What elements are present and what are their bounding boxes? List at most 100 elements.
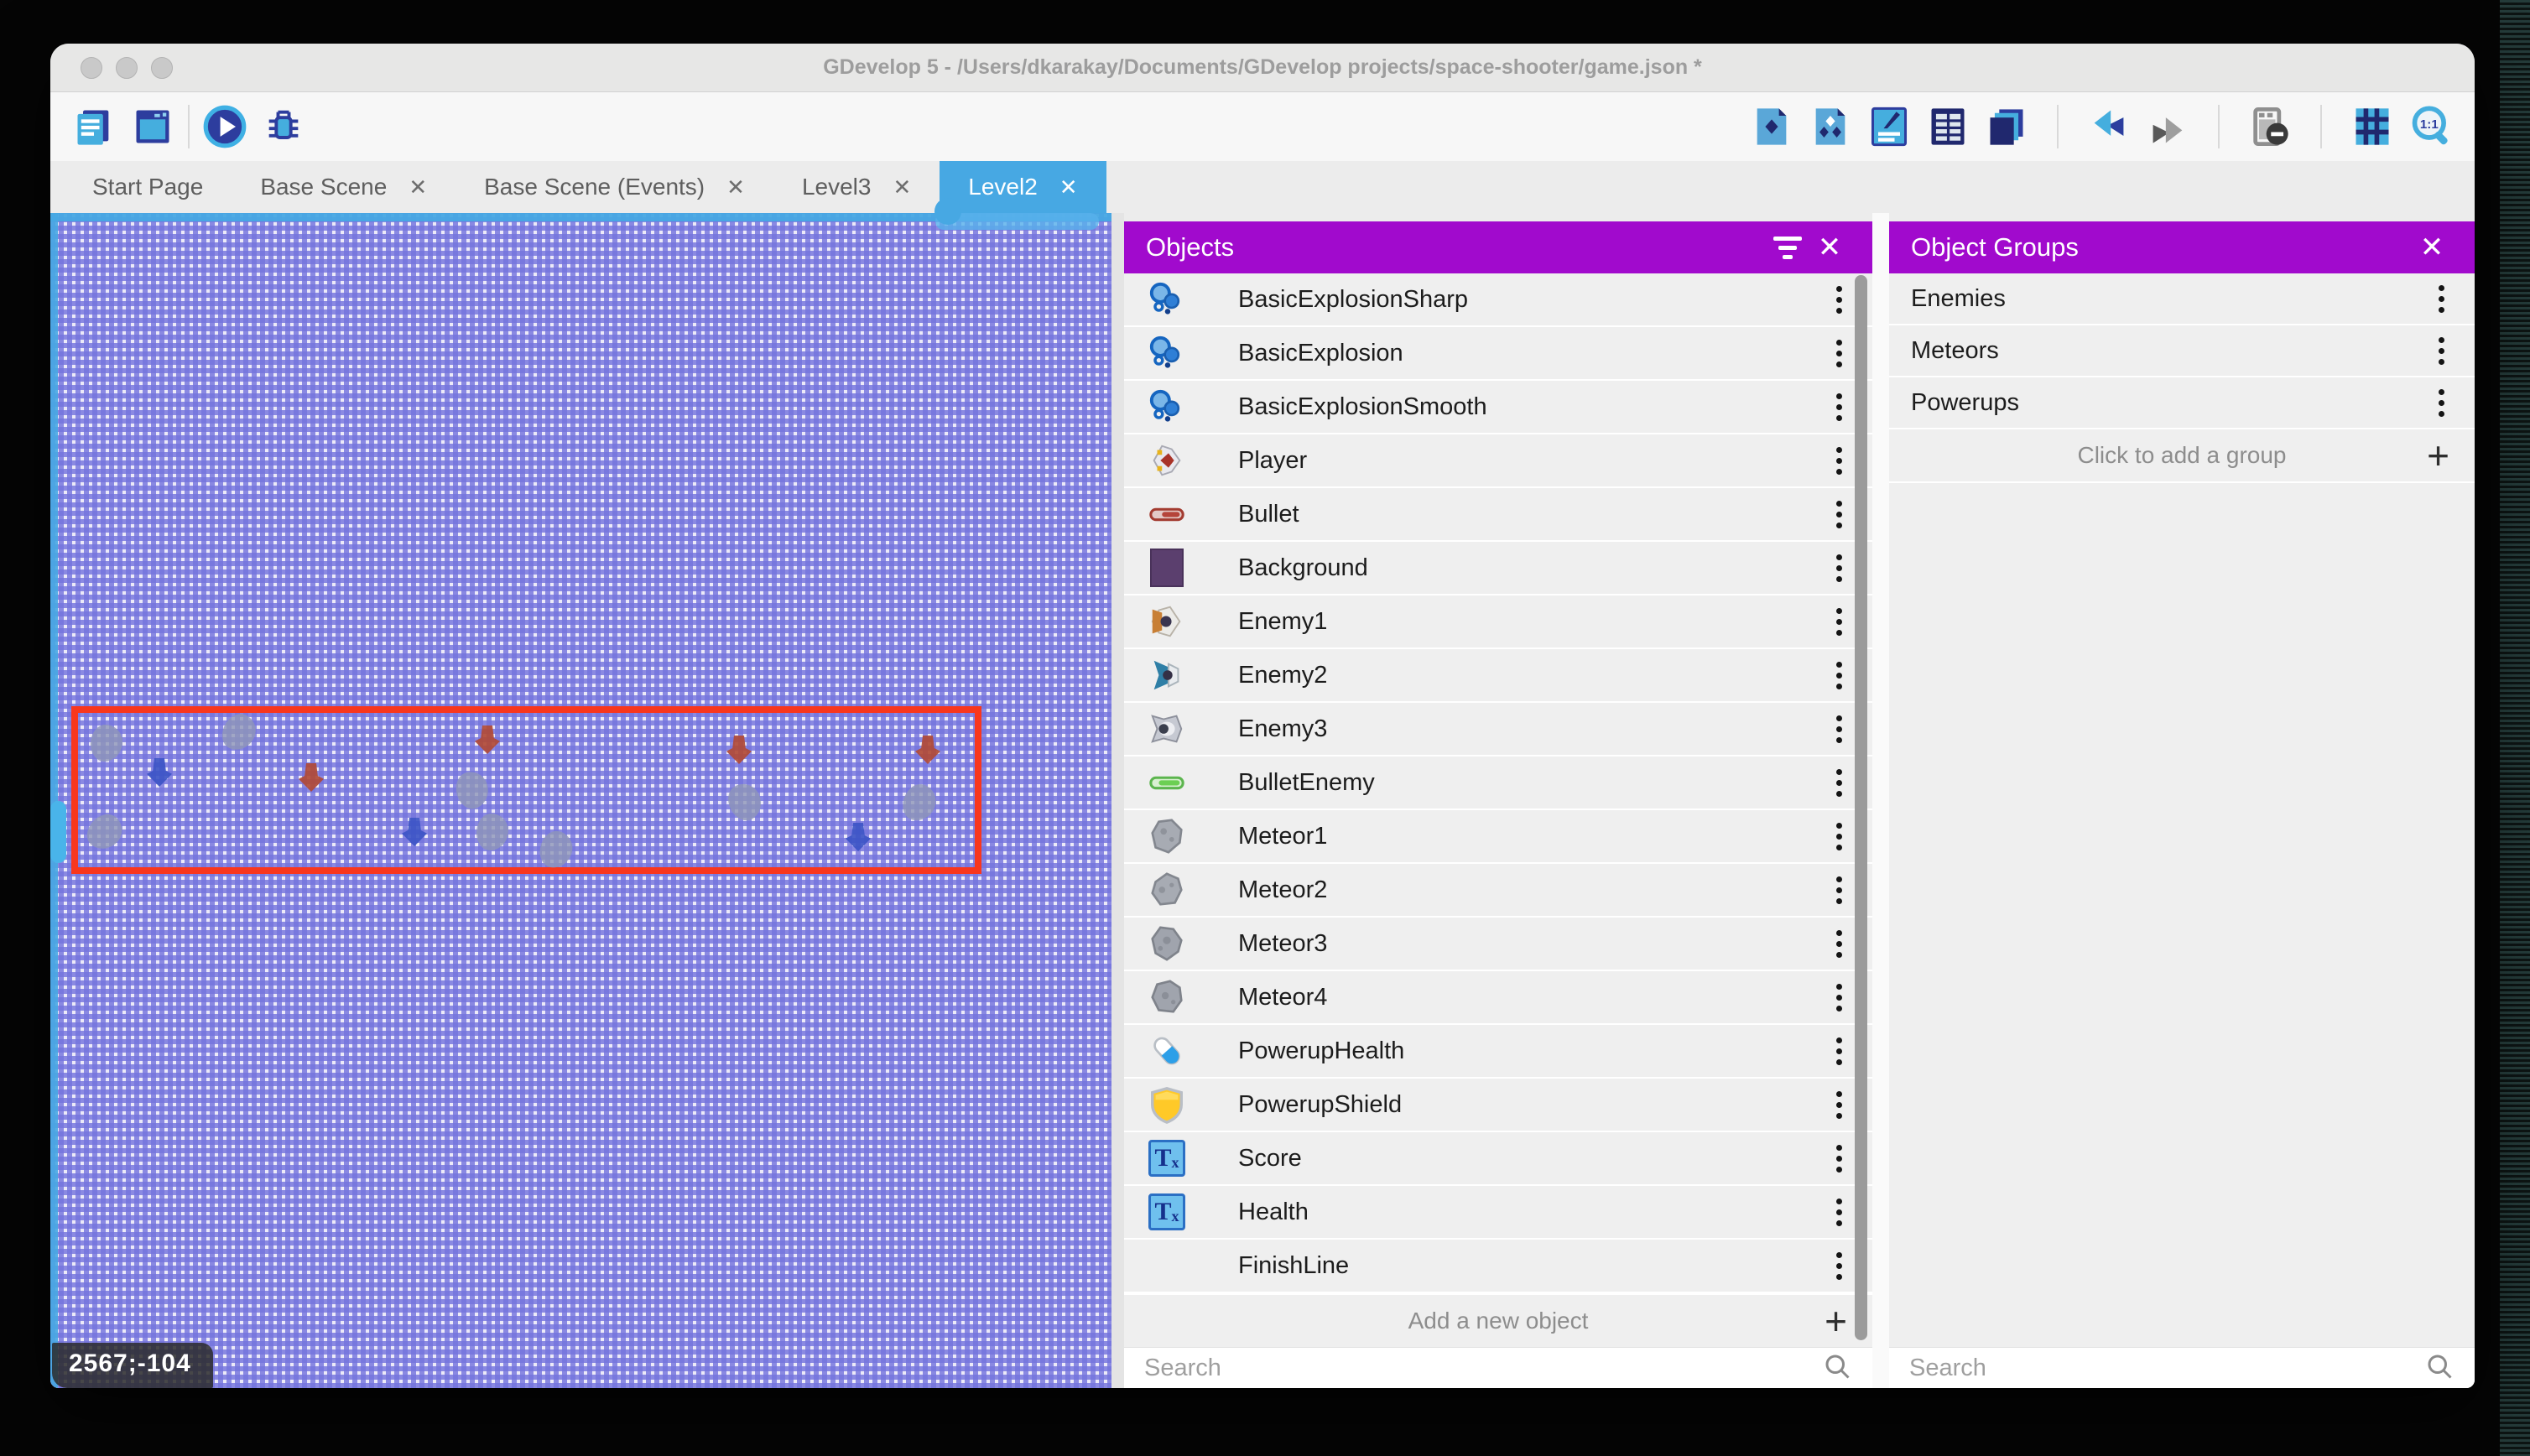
- minimize-window-button[interactable]: [116, 57, 138, 79]
- object-groups-editor-icon[interactable]: [1809, 105, 1852, 148]
- object-name: BulletEnemy: [1238, 769, 1375, 797]
- object-row[interactable]: Meteor1: [1124, 810, 1872, 864]
- tab-level3[interactable]: Level3 ✕: [773, 161, 940, 213]
- groups-search: [1889, 1347, 2475, 1388]
- render-mask-icon[interactable]: [2248, 105, 2292, 148]
- object-menu-icon[interactable]: [1828, 818, 1851, 855]
- bullet-icon: [1146, 493, 1188, 535]
- object-row[interactable]: Tx Score: [1124, 1132, 1872, 1186]
- tab-start-page[interactable]: Start Page: [64, 161, 232, 213]
- close-tab-icon[interactable]: ✕: [893, 176, 911, 198]
- close-groups-panel-icon[interactable]: ✕: [2411, 226, 2453, 268]
- object-name: Player: [1238, 447, 1307, 475]
- object-row[interactable]: Enemy3: [1124, 703, 1872, 757]
- object-menu-icon[interactable]: [1828, 1193, 1851, 1231]
- object-row[interactable]: PowerupShield: [1124, 1079, 1872, 1132]
- scene-canvas[interactable]: 2567;-104: [50, 213, 1111, 1388]
- object-name: PowerupShield: [1238, 1091, 1402, 1119]
- group-menu-icon[interactable]: [2430, 280, 2453, 318]
- tab-base-scene[interactable]: Base Scene ✕: [232, 161, 456, 213]
- object-menu-icon[interactable]: [1828, 710, 1851, 748]
- object-menu-icon[interactable]: [1828, 871, 1851, 909]
- play-preview-icon[interactable]: [203, 105, 247, 148]
- properties-icon[interactable]: [1867, 105, 1911, 148]
- canvas-panel-divider[interactable]: [1111, 213, 1124, 1388]
- object-menu-icon[interactable]: [1828, 1247, 1851, 1285]
- meteor-icon: [1146, 869, 1188, 911]
- toolbar-left-group: [72, 105, 174, 148]
- redo-icon[interactable]: [2146, 105, 2189, 148]
- group-menu-icon[interactable]: [2430, 384, 2453, 422]
- close-tab-icon[interactable]: ✕: [726, 176, 745, 198]
- objects-search-input[interactable]: [1144, 1355, 1822, 1382]
- group-menu-icon[interactable]: [2430, 332, 2453, 370]
- object-row[interactable]: Meteor4: [1124, 971, 1872, 1025]
- objects-editor-icon[interactable]: [1750, 105, 1793, 148]
- add-group-button[interactable]: Click to add a group +: [1889, 429, 2475, 483]
- background-icon: [1146, 547, 1188, 589]
- close-window-button[interactable]: [81, 57, 102, 79]
- object-menu-icon[interactable]: [1828, 1032, 1851, 1070]
- panels-divider: [1872, 213, 1889, 1388]
- close-objects-panel-icon[interactable]: ✕: [1809, 226, 1851, 268]
- object-menu-icon[interactable]: [1828, 1140, 1851, 1178]
- object-menu-icon[interactable]: [1828, 979, 1851, 1017]
- project-manager-icon[interactable]: [72, 105, 116, 148]
- objects-scrollbar-thumb[interactable]: [1855, 275, 1867, 1340]
- tab-level2-active[interactable]: Level2 ✕: [940, 161, 1106, 213]
- object-row[interactable]: Player: [1124, 434, 1872, 488]
- group-row[interactable]: Powerups: [1889, 377, 2475, 429]
- group-row[interactable]: Enemies: [1889, 273, 2475, 325]
- filter-icon[interactable]: [1767, 226, 1809, 268]
- groups-panel-header: Object Groups ✕: [1889, 221, 2475, 273]
- object-row[interactable]: PowerupHealth: [1124, 1025, 1872, 1079]
- zoom-window-button[interactable]: [151, 57, 173, 79]
- object-menu-icon[interactable]: [1828, 925, 1851, 963]
- object-name: BasicExplosion: [1238, 340, 1403, 367]
- add-object-button[interactable]: Add a new object +: [1124, 1293, 1872, 1347]
- object-menu-icon[interactable]: [1828, 657, 1851, 694]
- object-row[interactable]: BasicExplosionSharp: [1124, 273, 1872, 327]
- tab-base-scene-events[interactable]: Base Scene (Events) ✕: [456, 161, 773, 213]
- groups-search-input[interactable]: [1909, 1355, 2424, 1382]
- instances-list-icon[interactable]: [1926, 105, 1970, 148]
- object-menu-icon[interactable]: [1828, 764, 1851, 802]
- close-tab-icon[interactable]: ✕: [409, 176, 427, 198]
- object-menu-icon[interactable]: [1828, 335, 1851, 372]
- object-row[interactable]: Tx Health: [1124, 1186, 1872, 1240]
- group-row[interactable]: Meteors: [1889, 325, 2475, 377]
- object-menu-icon[interactable]: [1828, 549, 1851, 587]
- object-menu-icon[interactable]: [1828, 496, 1851, 533]
- grid-icon[interactable]: [2350, 105, 2394, 148]
- text-object-icon: Tx: [1146, 1191, 1188, 1233]
- object-menu-icon[interactable]: [1828, 281, 1851, 319]
- object-menu-icon[interactable]: [1828, 1086, 1851, 1124]
- add-group-label: Click to add a group: [2077, 442, 2286, 469]
- object-row[interactable]: Meteor3: [1124, 918, 1872, 971]
- object-row[interactable]: FinishLine: [1124, 1240, 1872, 1293]
- canvas-vscroll-thumb[interactable]: [50, 801, 66, 863]
- toolbar-separator: [2218, 105, 2220, 148]
- zoom-one-to-one-icon[interactable]: 1:1: [2409, 105, 2453, 148]
- object-row[interactable]: BasicExplosion: [1124, 327, 1872, 381]
- object-row[interactable]: BulletEnemy: [1124, 757, 1872, 810]
- layers-icon[interactable]: [1985, 105, 2028, 148]
- scene-window-icon[interactable]: [131, 105, 174, 148]
- object-row[interactable]: BasicExplosionSmooth: [1124, 381, 1872, 434]
- object-name: Health: [1238, 1199, 1309, 1226]
- objects-panel: Objects ✕ BasicExplosionSharp BasicExplo…: [1124, 213, 1872, 1388]
- traffic-lights: [81, 57, 173, 79]
- debug-icon[interactable]: [262, 105, 305, 148]
- object-menu-icon[interactable]: [1828, 388, 1851, 426]
- object-name: FinishLine: [1238, 1252, 1349, 1280]
- undo-icon[interactable]: [2087, 105, 2131, 148]
- object-row[interactable]: Meteor2: [1124, 864, 1872, 918]
- close-tab-icon[interactable]: ✕: [1059, 176, 1078, 198]
- object-menu-icon[interactable]: [1828, 603, 1851, 641]
- object-row[interactable]: Enemy2: [1124, 649, 1872, 703]
- object-row[interactable]: Enemy1: [1124, 595, 1872, 649]
- object-row[interactable]: Background: [1124, 542, 1872, 595]
- object-row[interactable]: Bullet: [1124, 488, 1872, 542]
- object-menu-icon[interactable]: [1828, 442, 1851, 480]
- object-name: BasicExplosionSmooth: [1238, 393, 1487, 421]
